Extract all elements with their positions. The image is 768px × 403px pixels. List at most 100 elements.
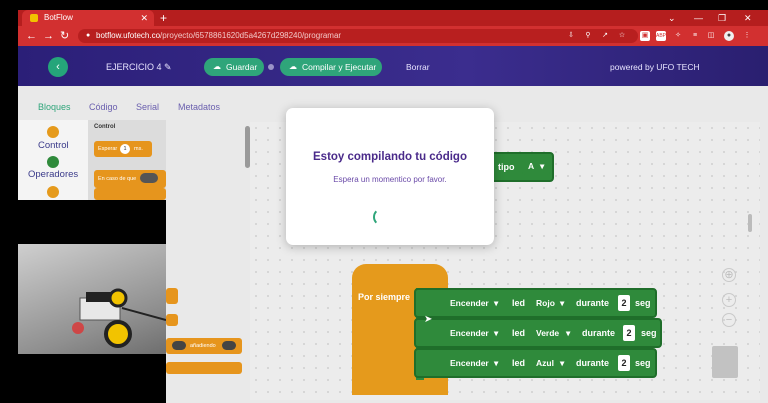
block-slot	[222, 341, 236, 350]
palette-block-edge	[166, 288, 178, 304]
media-icon[interactable]: ≡	[690, 31, 700, 41]
chevron-down-icon: ▾	[494, 358, 499, 368]
menu-kebab-icon[interactable]: ⋮	[742, 31, 752, 41]
url-input[interactable]: ● botflow.ufotech.co/proyecto/6578861620…	[78, 29, 638, 43]
loading-spinner-icon	[373, 208, 391, 226]
tipo-value: A	[528, 161, 535, 171]
wait-block[interactable]: Esperar 1 ms.	[94, 141, 152, 157]
cursor-dot-icon	[268, 64, 274, 70]
chevron-down-icon: ▾	[540, 161, 545, 171]
save-label: Guardar	[226, 62, 258, 72]
reload-icon[interactable]: ↻	[60, 26, 69, 46]
category-dot[interactable]	[47, 186, 59, 198]
unit-label: seg	[635, 298, 651, 308]
led-row-2[interactable]: Encender ▾ led Verde ▾ durante 2 seg	[414, 318, 662, 348]
adblock-icon[interactable]: ABP	[656, 31, 666, 41]
seconds-input[interactable]: 2	[618, 355, 630, 371]
browser-tab[interactable]: BotFlow ✕	[22, 10, 154, 26]
led-label: led	[512, 358, 526, 368]
back-arrow-icon[interactable]: ←	[26, 26, 37, 46]
save-button[interactable]: ☁ Guardar	[204, 58, 264, 76]
control-category-dot[interactable]	[47, 126, 59, 138]
tab-metadatos[interactable]: Metadatos	[178, 102, 220, 112]
seconds-input[interactable]: 2	[623, 325, 635, 341]
compile-run-button[interactable]: ☁ Compilar y Ejecutar	[280, 58, 382, 76]
url-path: /proyecto/6578861620d5a4267d298240/progr…	[160, 31, 342, 40]
extensions-puzzle-icon[interactable]: ✧	[673, 31, 683, 41]
tab-search-icon[interactable]: ⌄	[668, 10, 676, 26]
tipo-label: tipo	[498, 162, 515, 172]
color-value: Rojo	[536, 298, 555, 308]
case-block[interactable]: En caso de que	[94, 170, 166, 188]
zoom-icon[interactable]: ⚲	[583, 31, 593, 41]
tab-serial[interactable]: Serial	[136, 102, 159, 112]
mouse-pointer-icon: ➤	[424, 314, 433, 325]
exercise-title[interactable]: EJERCICIO 4 ✎	[106, 62, 172, 73]
pressed-block-label: añadiendo	[190, 343, 216, 349]
operators-category-dot[interactable]	[47, 156, 59, 168]
page-scrollbar[interactable]	[748, 214, 752, 232]
forward-arrow-icon[interactable]: →	[43, 26, 54, 46]
url-host: botflow.ufotech.co	[96, 31, 161, 40]
unit-label: seg	[635, 358, 651, 368]
palette-block-edge	[166, 362, 242, 374]
case-block-body	[94, 188, 166, 200]
forever-label: Por siempre	[358, 292, 411, 302]
profile-avatar[interactable]: ●	[724, 31, 734, 41]
tipo-dropdown[interactable]: A ▾	[522, 159, 550, 175]
video-black-bar	[18, 354, 166, 403]
modal-subtitle: Espera un momentico por favor.	[333, 175, 447, 184]
category-operadores[interactable]: Operadores	[28, 169, 78, 180]
webcam-video	[18, 244, 166, 354]
sidepanel-icon[interactable]: ◫	[706, 31, 716, 41]
chevron-down-icon: ▾	[494, 328, 499, 338]
color-value: Azul	[536, 358, 554, 368]
trash-icon[interactable]	[712, 346, 738, 378]
maximize-button[interactable]: ❐	[718, 10, 726, 26]
case-block-label: En caso de que	[98, 176, 137, 182]
chevron-down-icon: ▾	[560, 298, 565, 308]
palette-block-edge	[166, 314, 178, 326]
compile-label: Compilar y Ejecutar	[302, 62, 377, 72]
minimize-button[interactable]: —	[694, 10, 703, 26]
tab-title: BotFlow	[44, 13, 73, 22]
case-slot	[140, 173, 158, 183]
unit-label: seg	[641, 328, 657, 338]
install-icon[interactable]: ⇩	[566, 31, 576, 41]
category-control[interactable]: Control	[38, 140, 69, 151]
recenter-icon[interactable]: ⊕	[722, 268, 736, 282]
color-value: Verde	[536, 328, 560, 338]
zoom-out-icon[interactable]: −	[722, 313, 736, 327]
action-value: Encender	[450, 358, 489, 368]
botflow-favicon-icon	[30, 14, 38, 22]
robot-car-image	[72, 288, 166, 348]
delete-button[interactable]: Borrar	[406, 62, 430, 72]
durante-label: durante	[576, 298, 610, 308]
seconds-input[interactable]: 2	[618, 295, 630, 311]
tab-bloques[interactable]: Bloques	[38, 102, 71, 112]
cloud-icon: ☁	[289, 62, 297, 71]
new-tab-button[interactable]: +	[160, 10, 167, 26]
close-window-button[interactable]: ✕	[744, 10, 752, 26]
back-button[interactable]: ‹	[48, 57, 68, 77]
chevron-down-icon: ▾	[566, 328, 571, 338]
action-value: Encender	[450, 328, 489, 338]
extension-doc-icon[interactable]: ▣	[640, 31, 650, 41]
led-row-1[interactable]: Encender ▾ led Rojo ▾ durante 2 seg	[414, 288, 657, 318]
action-value: Encender	[450, 298, 489, 308]
zoom-in-icon[interactable]: +	[722, 293, 736, 307]
share-icon[interactable]: ↗	[600, 31, 610, 41]
cloud-icon: ☁	[213, 62, 221, 71]
wait-value[interactable]: 1	[120, 144, 130, 154]
modal-title: Estoy compilando tu código	[313, 151, 467, 163]
tab-codigo[interactable]: Código	[89, 102, 118, 112]
bookmark-star-icon[interactable]: ☆	[617, 31, 627, 41]
led-row-3[interactable]: Encender ▾ led Azul ▾ durante 2 seg	[414, 348, 657, 378]
wait-unit: ms.	[134, 146, 143, 152]
palette-header: Control	[94, 124, 116, 130]
video-black-bar	[18, 200, 166, 244]
tab-close-icon[interactable]: ✕	[140, 10, 148, 26]
lock-icon: ●	[86, 32, 91, 39]
pressed-block[interactable]: añadiendo	[166, 338, 242, 354]
chevron-down-icon: ▾	[494, 298, 499, 308]
